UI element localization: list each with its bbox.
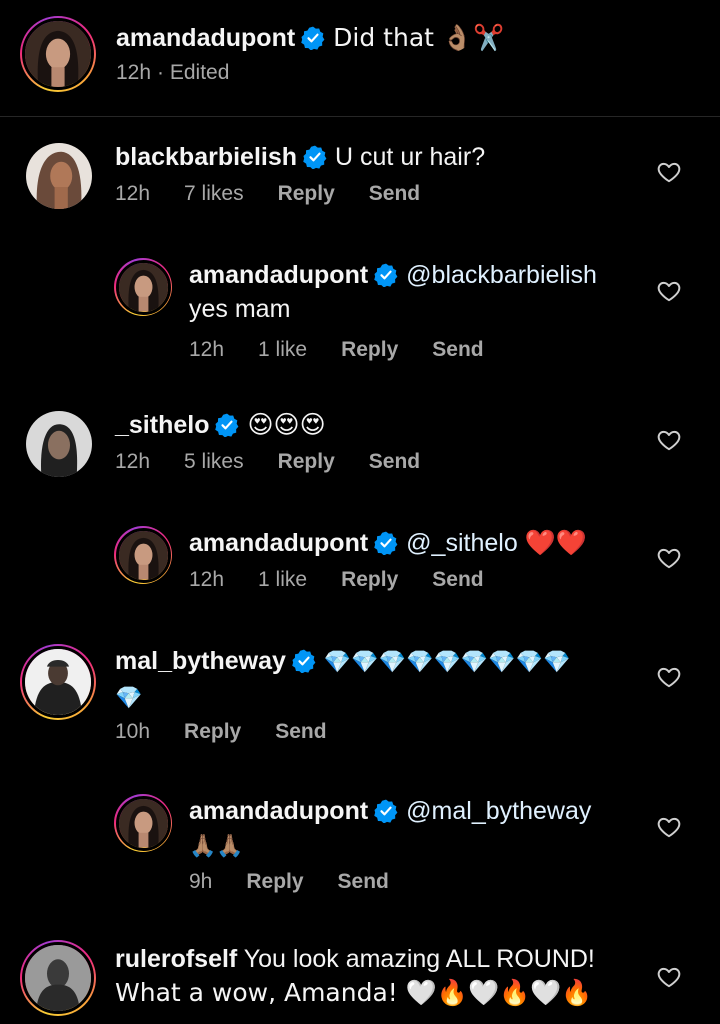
profile-photo xyxy=(25,945,91,1011)
reply-time: 12h xyxy=(189,568,225,591)
avatar-amandadupont[interactable] xyxy=(114,258,172,316)
comment-time: 12h xyxy=(115,182,151,205)
heart-outline-icon[interactable] xyxy=(656,427,682,453)
verified-badge-icon xyxy=(374,799,398,823)
avatar-rulerofself[interactable] xyxy=(20,940,96,1016)
heart-outline-icon[interactable] xyxy=(656,545,682,571)
divider xyxy=(0,116,720,117)
caption: amandadupont Did that 👌🏽✂️ 12h · Edited xyxy=(0,0,720,116)
send-button[interactable]: Send xyxy=(369,450,420,473)
avatar-blackbarbielish[interactable] xyxy=(26,143,92,209)
profile-photo xyxy=(26,143,92,209)
comment-time: 10h xyxy=(115,720,151,743)
reply-button[interactable]: Reply xyxy=(246,870,303,893)
reply-button[interactable]: Reply xyxy=(184,720,241,743)
comment-username[interactable]: rulerofself xyxy=(115,945,237,973)
comment-time: 12h xyxy=(115,450,151,473)
heart-outline-icon[interactable] xyxy=(656,664,682,690)
comment-likes[interactable]: 7 likes xyxy=(184,182,244,205)
comment-username[interactable]: blackbarbielish xyxy=(115,143,297,171)
verified-badge-icon xyxy=(374,263,398,287)
verified-badge-icon xyxy=(215,413,239,437)
reply-button[interactable]: Reply xyxy=(278,450,335,473)
send-button[interactable]: Send xyxy=(275,720,326,743)
send-button[interactable]: Send xyxy=(369,182,420,205)
profile-photo xyxy=(26,411,92,477)
caption-time: 12h xyxy=(116,61,152,84)
comment-text: 💎💎💎💎💎💎💎💎💎 xyxy=(323,650,571,675)
reply-button[interactable]: Reply xyxy=(341,568,398,591)
reply-username[interactable]: amandadupont xyxy=(189,797,368,825)
send-button[interactable]: Send xyxy=(432,338,483,361)
verified-badge-icon xyxy=(292,649,316,673)
reply-time: 12h xyxy=(189,338,225,361)
heart-outline-icon[interactable] xyxy=(656,159,682,185)
profile-photo xyxy=(119,530,168,580)
profile-photo xyxy=(25,649,91,715)
profile-photo xyxy=(119,798,168,848)
reply-mention[interactable]: @blackbarbielish xyxy=(406,261,597,289)
comment-text: 😍😍😍 xyxy=(247,410,326,439)
reply-likes[interactable]: 1 like xyxy=(258,568,307,591)
reply-button[interactable]: Reply xyxy=(341,338,398,361)
reply-text: ❤️❤️ xyxy=(524,528,587,557)
reply-mention[interactable]: @mal_bytheway xyxy=(406,797,591,825)
avatar-amandadupont[interactable] xyxy=(20,16,96,92)
heart-outline-icon[interactable] xyxy=(656,814,682,840)
caption-edited[interactable]: · Edited xyxy=(157,61,229,84)
comment-text: U cut ur hair? xyxy=(335,143,486,171)
comment-username[interactable]: mal_bytheway xyxy=(115,647,286,675)
verified-badge-icon xyxy=(301,26,325,50)
reply-username[interactable]: amandadupont xyxy=(189,529,368,557)
send-button[interactable]: Send xyxy=(338,870,389,893)
comment-text-cont: 💎 xyxy=(115,686,143,711)
verified-badge-icon xyxy=(374,531,398,555)
reply-text: yes mam xyxy=(189,295,291,323)
send-button[interactable]: Send xyxy=(432,568,483,591)
avatar-mal_bytheway[interactable] xyxy=(20,644,96,720)
comment-username[interactable]: _sithelo xyxy=(115,411,209,439)
avatar-amandadupont[interactable] xyxy=(114,794,172,852)
verified-badge-icon xyxy=(303,145,327,169)
avatar-_sithelo[interactable] xyxy=(26,411,92,477)
caption-text: Did that 👌🏽✂️ xyxy=(333,23,505,52)
heart-outline-icon[interactable] xyxy=(656,964,682,990)
reply-likes[interactable]: 1 like xyxy=(258,338,307,361)
reply-text: 🙏🏽🙏🏽 xyxy=(189,834,244,859)
reply-username[interactable]: amandadupont xyxy=(189,261,368,289)
caption-username[interactable]: amandadupont xyxy=(116,24,295,52)
reply-mention[interactable]: @_sithelo xyxy=(406,529,518,557)
reply-button[interactable]: Reply xyxy=(278,182,335,205)
avatar-amandadupont[interactable] xyxy=(114,526,172,584)
heart-outline-icon[interactable] xyxy=(656,278,682,304)
reply-time: 9h xyxy=(189,870,213,893)
comment-text: You look amazing ALL ROUND! xyxy=(243,945,595,973)
comment-likes[interactable]: 5 likes xyxy=(184,450,244,473)
comment-text-cont: What a wow, Amanda! 🤍🔥🤍🔥🤍🔥 xyxy=(115,978,593,1007)
profile-photo xyxy=(25,21,91,87)
profile-photo xyxy=(119,262,168,312)
